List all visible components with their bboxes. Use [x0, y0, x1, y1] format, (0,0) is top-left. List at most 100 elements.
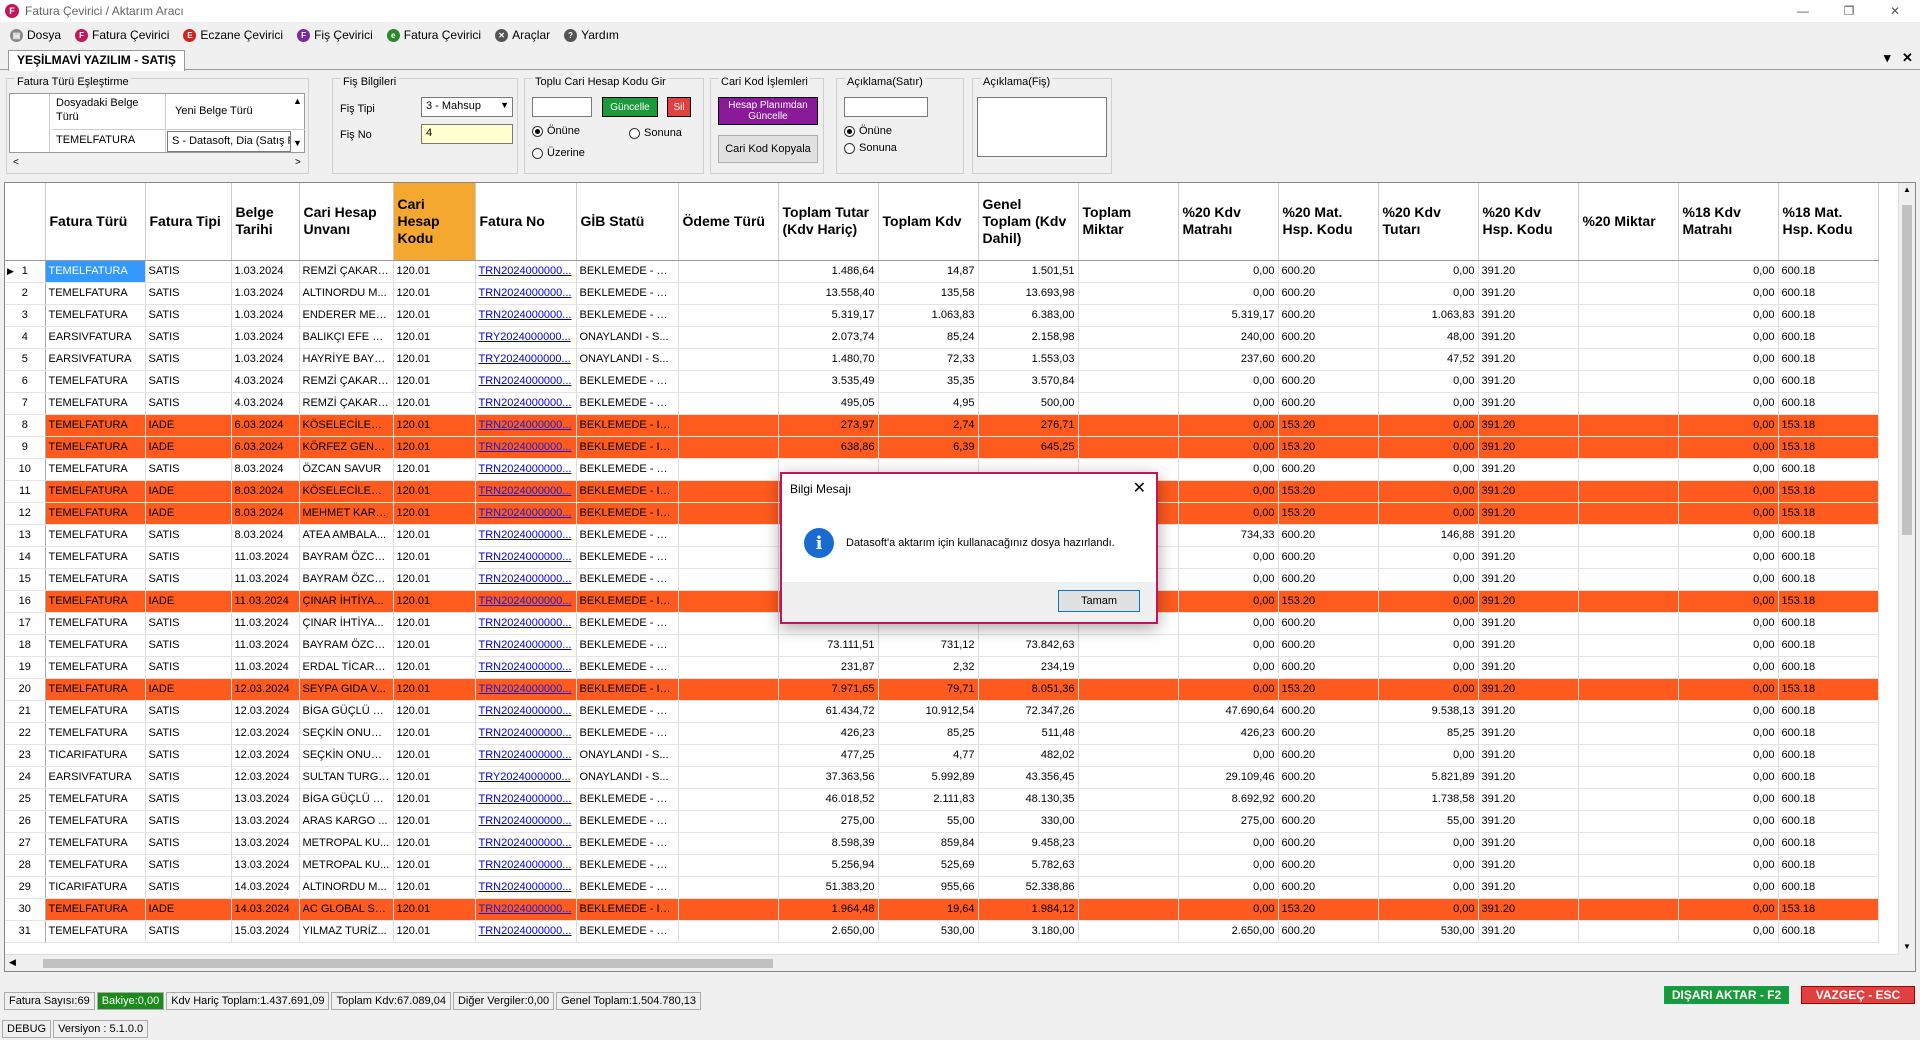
table-row[interactable]: 3 TEMELFATURA SATIS 1.03.2024 ENDERER MEŞ...…: [5, 304, 1879, 327]
table-cell[interactable]: TRN2024000000...: [475, 876, 577, 899]
column-header[interactable]: %20 Mat. Hsp. Kodu: [1278, 183, 1379, 261]
scroll-thumb[interactable]: [1902, 205, 1912, 535]
table-cell[interactable]: TRY2024000000...: [475, 766, 577, 789]
table-cell[interactable]: TRN2024000000...: [475, 436, 577, 459]
table-cell[interactable]: TRN2024000000...: [475, 392, 577, 415]
scroll-left-icon[interactable]: <: [13, 157, 19, 168]
table-cell[interactable]: TRN2024000000...: [475, 480, 577, 503]
close-icon[interactable]: ✕: [1133, 478, 1146, 498]
radio-prefix[interactable]: Önüne: [532, 125, 580, 137]
column-header[interactable]: %20 Kdv Matrahı: [1178, 183, 1279, 261]
table-cell[interactable]: TRN2024000000...: [475, 260, 577, 283]
scroll-up-icon[interactable]: ▲: [1903, 185, 1911, 194]
table-cell[interactable]: TRN2024000000...: [475, 414, 577, 437]
table-cell[interactable]: TRN2024000000...: [475, 700, 577, 723]
table-cell[interactable]: TRN2024000000...: [475, 612, 577, 635]
bulk-code-input[interactable]: [532, 97, 592, 117]
bulk-delete-button[interactable]: Sil: [667, 97, 691, 117]
receipt-type-select[interactable]: 3 - Mahsup ▼: [421, 97, 513, 117]
minimize-icon[interactable]: —: [1780, 0, 1826, 22]
menu-item-0[interactable]: ▤ Dosya: [10, 28, 61, 42]
table-cell[interactable]: TRN2024000000...: [475, 590, 577, 613]
table-cell[interactable]: TRN2024000000...: [475, 370, 577, 393]
table-row[interactable]: 6 TEMELFATURA SATIS 4.03.2024 REMZİ ÇAKAR ..…: [5, 370, 1879, 393]
table-row[interactable]: 28 TEMELFATURA SATIS 13.03.2024 METROPAL KU.…: [5, 854, 1879, 877]
table-cell[interactable]: TRN2024000000...: [475, 788, 577, 811]
table-row[interactable]: 31 TEMELFATURA SATIS 15.03.2024 YILMAZ TURİZ…: [5, 920, 1879, 943]
horizontal-scrollbar[interactable]: ◀: [5, 954, 1899, 971]
table-row[interactable]: 8 TEMELFATURA IADE 6.03.2024 KÖSELECİLER ...…: [5, 414, 1879, 437]
table-row[interactable]: 19 TEMELFATURA SATIS 11.03.2024 ERDAL TİCARE…: [5, 656, 1879, 679]
column-header[interactable]: %20 Kdv Hsp. Kodu: [1478, 183, 1579, 261]
column-header[interactable]: Cari Hesap Unvanı: [299, 183, 394, 261]
table-cell[interactable]: TRN2024000000...: [475, 304, 577, 327]
radio-suffix[interactable]: Sonuna: [629, 127, 682, 139]
column-header[interactable]: Toplam Tutar (Kdv Hariç): [778, 183, 879, 261]
table-row[interactable]: 1 ▶ TEMELFATURA SATIS 1.03.2024 REMZİ ÇAKAR .…: [5, 260, 1879, 283]
table-cell[interactable]: TRN2024000000...: [475, 634, 577, 657]
scroll-down-icon[interactable]: ▼: [293, 138, 302, 148]
menu-item-2[interactable]: E Eczane Çevirici: [183, 28, 283, 42]
table-row[interactable]: 21 TEMELFATURA SATIS 12.03.2024 BİGA GÜÇLÜ G…: [5, 700, 1879, 723]
table-cell[interactable]: TRN2024000000...: [475, 678, 577, 701]
column-header[interactable]: %18 Mat. Hsp. Kodu: [1778, 183, 1879, 261]
table-row[interactable]: 20 TEMELFATURA IADE 12.03.2024 SEYPA GIDA V.…: [5, 678, 1879, 701]
bulk-update-button[interactable]: Güncelle: [602, 97, 658, 117]
table-row[interactable]: 22 TEMELFATURA SATIS 12.03.2024 SEÇKİN ONUR …: [5, 722, 1879, 745]
column-header[interactable]: %20 Kdv Tutarı: [1378, 183, 1479, 261]
table-row[interactable]: 2 TEMELFATURA SATIS 1.03.2024 ALTINORDU M...…: [5, 282, 1879, 305]
menu-item-6[interactable]: ? Yardım: [564, 28, 619, 42]
table-row[interactable]: 27 TEMELFATURA SATIS 13.03.2024 METROPAL KU.…: [5, 832, 1879, 855]
scroll-thumb[interactable]: [43, 959, 773, 968]
column-header[interactable]: %18 Kdv Matrahı: [1678, 183, 1779, 261]
column-header[interactable]: Ödeme Türü: [678, 183, 779, 261]
scroll-down-icon[interactable]: ▼: [1903, 942, 1911, 951]
maximize-icon[interactable]: ❐: [1826, 0, 1872, 22]
menu-item-3[interactable]: F Fiş Çevirici: [297, 28, 373, 42]
table-cell[interactable]: TRN2024000000...: [475, 722, 577, 745]
copy-account-code-button[interactable]: Cari Kod Kopyala: [718, 135, 818, 163]
line-description-input[interactable]: [844, 97, 928, 117]
update-from-chart-button[interactable]: Hesap Planımdan Güncelle: [718, 97, 818, 125]
table-row[interactable]: 18 TEMELFATURA SATIS 11.03.2024 BAYRAM ÖZCAN…: [5, 634, 1879, 657]
table-cell[interactable]: TRN2024000000...: [475, 282, 577, 305]
scroll-right-icon[interactable]: >: [295, 157, 301, 168]
column-header[interactable]: Toplam Kdv: [878, 183, 979, 261]
table-cell[interactable]: TRN2024000000...: [475, 832, 577, 855]
tab-close-icon[interactable]: ✕: [1902, 50, 1913, 66]
menu-item-4[interactable]: e Fatura Çevirici: [386, 28, 481, 42]
table-row[interactable]: 24 EARSIVFATURA SATIS 12.03.2024 SULTAN TURG…: [5, 766, 1879, 789]
receipt-description-input[interactable]: [977, 97, 1107, 157]
receipt-no-input[interactable]: 4: [421, 124, 513, 144]
column-header[interactable]: GİB Statü: [576, 183, 679, 261]
table-row[interactable]: 23 TICARIFATURA SATIS 12.03.2024 SEÇKİN ONUR…: [5, 744, 1879, 767]
desc-radio-suffix[interactable]: Sonuna: [844, 142, 897, 154]
column-header[interactable]: Fatura No: [475, 183, 577, 261]
table-cell[interactable]: TRN2024000000...: [475, 810, 577, 833]
tab-yesilmavi-satis[interactable]: YEŞİLMAVİ YAZILIM - SATIŞ: [8, 50, 185, 71]
table-cell[interactable]: TRN2024000000...: [475, 898, 577, 921]
mapping-source-cell[interactable]: TEMELFATURA: [52, 131, 166, 152]
table-cell[interactable]: TRN2024000000...: [475, 656, 577, 679]
table-row[interactable]: 5 EARSIVFATURA SATIS 1.03.2024 HAYRİYE BAYK.…: [5, 348, 1879, 371]
menu-item-1[interactable]: F Fatura Çevirici: [75, 28, 169, 42]
column-header[interactable]: Fatura Tipi: [145, 183, 232, 261]
radio-overwrite[interactable]: Üzerine: [532, 147, 585, 159]
table-cell[interactable]: TRN2024000000...: [475, 920, 577, 943]
table-cell[interactable]: TRN2024000000...: [475, 854, 577, 877]
table-cell[interactable]: TRN2024000000...: [475, 546, 577, 569]
table-row[interactable]: 4 EARSIVFATURA SATIS 1.03.2024 BALIKÇI EFE G…: [5, 326, 1879, 349]
table-cell[interactable]: TRN2024000000...: [475, 458, 577, 481]
table-cell[interactable]: TRN2024000000...: [475, 524, 577, 547]
column-header[interactable]: Toplam Miktar: [1078, 183, 1179, 261]
close-window-icon[interactable]: ✕: [1872, 0, 1918, 22]
scroll-left-icon[interactable]: ◀: [9, 957, 16, 968]
table-row[interactable]: 25 TEMELFATURA SATIS 13.03.2024 BİGA GÜÇLÜ G…: [5, 788, 1879, 811]
table-cell[interactable]: TRY2024000000...: [475, 326, 577, 349]
column-header[interactable]: Belge Tarihi: [231, 183, 300, 261]
cancel-button[interactable]: VAZGEÇ - ESC: [1801, 986, 1915, 1004]
mapping-target-combo[interactable]: S - Datasoft, Dia (Satış Fat: [167, 131, 291, 152]
column-header[interactable]: Genel Toplam (Kdv Dahil): [978, 183, 1079, 261]
table-cell[interactable]: TRY2024000000...: [475, 348, 577, 371]
table-row[interactable]: 30 TEMELFATURA IADE 14.03.2024 AC GLOBAL SU.…: [5, 898, 1879, 921]
